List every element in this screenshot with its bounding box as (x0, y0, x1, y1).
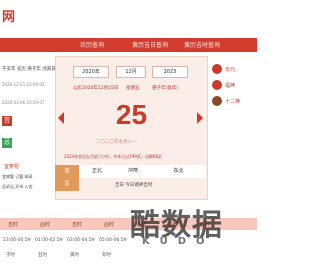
year-select[interactable]: 2020年 (73, 66, 109, 78)
right-circle-icon (212, 96, 222, 106)
lunar-year: 庚子年(鼠年) (152, 86, 179, 91)
left-ganzhi: 干支年 农历 庚子年 戊寅日 (2, 67, 56, 72)
right-circle-icon (212, 80, 222, 90)
left-time-2: 2020-01-06 16:29:07 (2, 100, 45, 105)
th-0: 吉时 (8, 222, 19, 228)
td-r1-3: 05:00-06:59 (99, 238, 127, 243)
yi-badge: 宜 (2, 116, 12, 126)
td-r2-1: 丑时 (38, 253, 47, 258)
nav-item-almanac[interactable]: 黄历吉日查询 (132, 40, 168, 49)
gregorian-date: 公历2020年12月25日 (73, 86, 119, 91)
right-circle-icon (212, 64, 222, 74)
grid-northeast: 东北 (151, 165, 206, 178)
td-r2-3: 卯时 (102, 253, 111, 258)
left-time-1: 2020-12-21 23:00:02 (2, 82, 45, 87)
lunar-day: 二〇二〇年冬月十一 (96, 140, 137, 145)
watermark-sub: KUDO (142, 236, 215, 247)
ji-badge: 忌 (2, 138, 12, 148)
th-3: 凶时 (104, 222, 115, 228)
td-r2-0: 子时 (6, 253, 15, 258)
grid-foot: 吉日 今日诸神吉时 (115, 183, 153, 188)
left-yi-text: 宜祭祀 (4, 164, 20, 170)
grid-chongsha: 冲煞 (115, 165, 151, 178)
right-column: 日元 福神 十二神 (210, 52, 257, 202)
next-day-arrow-icon[interactable] (197, 112, 203, 124)
festival-line: 2024年农历五月初六(节)，今年已过199天，还剩96天 (64, 154, 163, 159)
grid-ji: 忌 (55, 178, 79, 191)
nav-item-hours[interactable]: 黄历吉时查询 (184, 40, 220, 49)
th-2: 吉时 (72, 222, 83, 228)
left-yi-list: 宜嫁娶 订盟 纳采 (2, 174, 33, 179)
th-1: 凶时 (40, 222, 51, 228)
td-r2-2: 寅时 (70, 253, 79, 258)
info-grid: 宜 正北 冲煞 东北 忌 吉日 今日诸神吉时 (55, 165, 206, 196)
right-item-1[interactable]: 日元 (225, 66, 235, 73)
grid-yi: 宜 (55, 165, 79, 178)
month-select[interactable]: 12月 (116, 66, 146, 78)
right-item-3[interactable]: 十二神 (225, 98, 240, 105)
left-ji-list: 忌诉讼 开市 入宅 (2, 184, 33, 189)
main-nav: 农历查询 黄历吉日查询 黄历吉时查询 (0, 38, 257, 52)
grid-north: 正北 (79, 165, 115, 178)
day-number: 25 (115, 99, 148, 130)
nav-item-lunar[interactable]: 农历查询 (80, 40, 104, 49)
weekday: 星期五 (126, 86, 140, 91)
day-select[interactable]: 2023 (152, 66, 188, 78)
site-logo[interactable]: 网 (2, 6, 15, 25)
td-r1-2: 03:00-04:59 (67, 238, 95, 243)
td-r1-1: 01:00-02:59 (35, 238, 63, 243)
td-r1-0: 23:00-00:59 (3, 238, 31, 243)
left-column: 干支年 农历 庚子年 戊寅日 2020-12-21 23:00:02 2020-… (0, 52, 56, 202)
right-item-2[interactable]: 福神 (225, 82, 235, 89)
site-header: 网 (0, 0, 257, 38)
prev-day-arrow-icon[interactable] (58, 112, 64, 124)
